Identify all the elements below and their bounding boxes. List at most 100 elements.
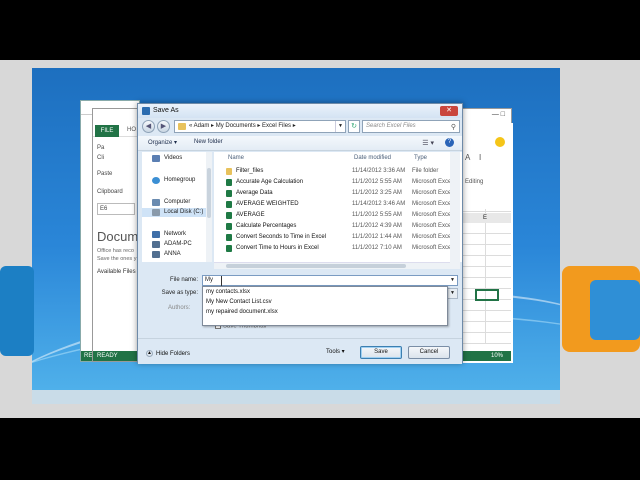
nav-label: Computer <box>164 199 191 205</box>
autocomplete-list[interactable]: my contacts.xlsx My New Contact List.csv… <box>202 286 448 326</box>
command-bar: Organize ▾ New folder ☰ ▾ ? <box>138 136 462 151</box>
save-as-dialog[interactable]: Save As ✕ ◀ ▶ « Adam ▸ My Documents ▸ Ex… <box>137 103 463 364</box>
pc-icon <box>152 241 160 248</box>
excel-file-icon <box>226 201 232 208</box>
breadcrumb[interactable]: « Adam ▸ My Documents ▸ Excel Files ▸ <box>189 123 296 129</box>
file-row[interactable]: Calculate Percentages 11/1/2012 4:39 AM Mi… <box>214 221 452 232</box>
nav-item-homegroup[interactable]: Homegroup <box>142 176 210 185</box>
ribbon-label: Pa <box>97 145 105 151</box>
file-list[interactable]: Name Date modified Type Filter_files 11/1… <box>214 152 462 262</box>
network-icon <box>152 231 160 238</box>
file-date: 11/14/2012 3:46 AM <box>352 201 406 207</box>
recovery-line: Office has reco <box>97 248 134 254</box>
selected-cell[interactable] <box>475 289 499 301</box>
backdrop-chair <box>590 280 640 340</box>
excel-file-icon <box>226 234 232 241</box>
views-icon[interactable]: ☰ ▾ <box>422 139 434 147</box>
address-bar[interactable]: « Adam ▸ My Documents ▸ Excel Files ▸ ▼ <box>174 120 346 133</box>
nav-scrollbar[interactable] <box>206 152 212 262</box>
chevron-down-icon[interactable]: ▼ <box>450 276 455 285</box>
file-row[interactable]: Filter_files 11/14/2012 3:36 AM File folde… <box>214 166 452 177</box>
disk-icon <box>152 209 160 216</box>
homegroup-icon <box>152 177 160 184</box>
save-icon <box>142 107 150 115</box>
scroll-thumb[interactable] <box>207 168 211 218</box>
paste-button[interactable]: Paste <box>97 169 137 179</box>
file-type: Microsoft Excel <box>412 212 452 218</box>
authors-label: Authors: <box>168 305 191 311</box>
column-header-name[interactable]: Name <box>228 155 244 161</box>
status-ready: READY <box>97 353 118 359</box>
clipboard-group: Pa Cli Paste Clipboard E6 <box>97 143 137 215</box>
search-input[interactable]: Search Excel Files ⚲ <box>362 120 460 133</box>
scroll-thumb[interactable] <box>226 264 406 268</box>
nav-item-computer[interactable]: Computer <box>142 198 210 207</box>
file-name: Calculate Percentages <box>236 223 297 229</box>
nav-item-videos[interactable]: Videos <box>142 154 210 163</box>
search-placeholder: Search Excel Files <box>366 123 416 129</box>
ribbon-icon-i[interactable]: I <box>479 153 481 162</box>
file-tab[interactable]: FILE <box>95 125 119 137</box>
nav-item-network[interactable]: Network <box>142 230 210 239</box>
nav-item-anna[interactable]: ANNA <box>142 250 210 259</box>
nav-label: Network <box>164 231 187 237</box>
horizontal-scrollbar[interactable] <box>214 262 450 269</box>
cancel-button[interactable]: Cancel <box>408 346 450 359</box>
file-type: Microsoft Excel <box>412 223 452 229</box>
dialog-titlebar: Save As ✕ <box>138 104 462 118</box>
file-type: Microsoft Excel <box>412 245 452 251</box>
available-files-label: Available Files <box>97 269 136 275</box>
file-name-input[interactable]: My ▼ <box>202 275 458 286</box>
file-name: Accurate Age Calculation <box>236 179 304 185</box>
dialog-footer: ▲ Hide Folders Tools ▾ Save Cancel <box>138 338 462 364</box>
back-arrow-icon[interactable]: ◀ <box>142 120 155 133</box>
file-row[interactable]: AVERAGE 11/1/2012 5:55 AM Microsoft Excel <box>214 210 452 221</box>
new-folder-button[interactable]: New folder <box>194 139 223 145</box>
file-row[interactable]: Convert Time to Hours in Excel 11/1/2012 … <box>214 243 452 254</box>
autocomplete-item[interactable]: My New Contact List.csv <box>203 297 447 307</box>
recovery-text: Office has reco Save the ones y <box>97 247 137 263</box>
search-icon[interactable]: ⚲ <box>451 122 456 133</box>
forward-arrow-icon[interactable]: ▶ <box>157 120 170 133</box>
excel-file-icon <box>226 223 232 230</box>
help-icon[interactable]: ? <box>445 138 454 147</box>
close-button[interactable]: ✕ <box>440 106 458 116</box>
worksheet-grid[interactable] <box>459 209 511 344</box>
nav-label: Homegroup <box>164 177 196 183</box>
file-row[interactable]: AVERAGE WEIGHTED 11/14/2012 3:46 AM Micros… <box>214 199 452 210</box>
zoom-level[interactable]: 10% <box>491 351 503 361</box>
organize-button[interactable]: Organize ▾ <box>148 139 177 146</box>
column-header-e[interactable]: E <box>459 213 511 223</box>
excel-file-icon <box>226 179 232 186</box>
hide-folders-button[interactable]: ▲ Hide Folders <box>146 350 190 357</box>
ribbon-icon-a[interactable]: A <box>465 153 470 162</box>
excel-file-icon <box>226 212 232 219</box>
smiley-icon[interactable] <box>495 137 505 147</box>
file-row[interactable]: Accurate Age Calculation 11/1/2012 5:55 A… <box>214 177 452 188</box>
chevron-up-icon: ▲ <box>146 350 153 357</box>
tab-home[interactable]: HO <box>127 127 136 133</box>
file-row[interactable]: Convert Seconds to Time in Excel 11/1/201… <box>214 232 452 243</box>
chevron-down-icon[interactable]: ▼ <box>335 121 345 132</box>
nav-item-local-disk[interactable]: Local Disk (C:) <box>142 208 210 217</box>
autocomplete-item[interactable]: my repaired document.xlsx <box>203 307 447 317</box>
column-header-type[interactable]: Type <box>414 155 427 161</box>
editing-group-label: Editing <box>465 179 484 185</box>
column-header-date[interactable]: Date modified <box>354 155 391 161</box>
nav-label: ADAM-PC <box>164 241 192 247</box>
recovery-line: Save the ones y <box>97 256 137 262</box>
tools-menu[interactable]: Tools ▾ <box>326 348 345 355</box>
window-controls[interactable]: — □ <box>492 111 505 118</box>
refresh-icon[interactable]: ↻ <box>348 120 360 133</box>
name-box[interactable]: E6 <box>97 203 135 215</box>
clipboard-label: Clipboard <box>97 189 123 195</box>
file-name-label: File name: <box>169 277 198 283</box>
autocomplete-item[interactable]: my contacts.xlsx <box>203 287 447 297</box>
file-date: 11/1/2012 1:44 AM <box>352 234 402 240</box>
save-button[interactable]: Save <box>360 346 402 359</box>
chevron-down-icon[interactable]: ▼ <box>448 289 457 298</box>
nav-item-adam-pc[interactable]: ADAM-PC <box>142 240 210 249</box>
file-type: Microsoft Excel <box>412 201 452 207</box>
file-row[interactable]: Average Data 11/1/2012 3:25 AM Microsoft E… <box>214 188 452 199</box>
vertical-scrollbar[interactable] <box>450 152 460 269</box>
